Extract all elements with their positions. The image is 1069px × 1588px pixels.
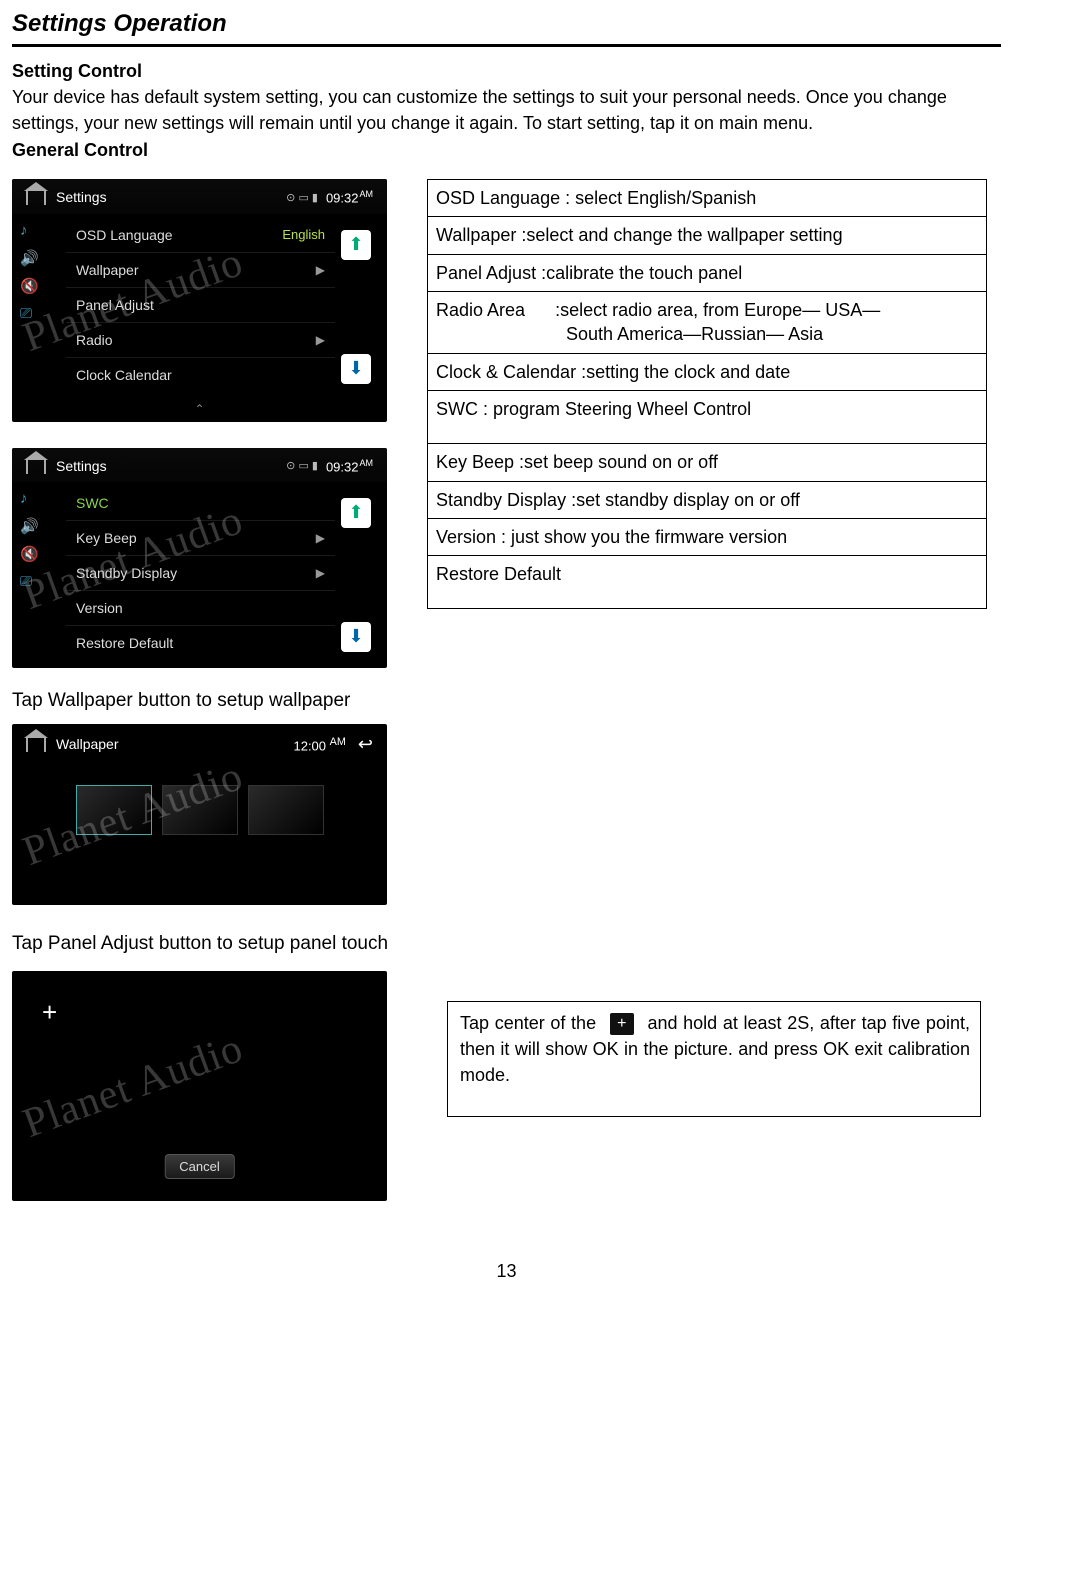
general-control-heading: General Control [12,140,1001,161]
settings-list-2: SWC Key Beep▶ Standby Display▶ Version R… [60,482,341,668]
home-icon[interactable] [26,458,46,474]
table-row: Restore Default [428,556,987,609]
speaker-icon[interactable]: 🔊 [20,517,60,535]
page-number: 13 [12,1261,1001,1282]
wallpaper-note: Tap Wallpaper button to setup wallpaper [12,690,1001,712]
list-item[interactable]: Clock Calendar [66,358,335,392]
list-item[interactable]: Version [66,591,335,626]
instruction-text: Tap center of the [460,1013,596,1033]
table-row: Wallpaper :select and change the wallpap… [428,217,987,254]
side-icon-strip: ♪ 🔊 🔇 ⎚ [12,214,60,400]
list-item[interactable]: Panel Adjust [66,288,335,323]
calibration-cross-icon[interactable]: + [42,997,57,1028]
status-icon: ⊙ ▭ ▮ [286,191,318,204]
list-item[interactable]: OSD LanguageEnglish [66,218,335,253]
wallpaper-thumb[interactable] [76,785,152,835]
title-rule [12,44,1001,47]
watermark: Planet Audio [17,1024,250,1148]
status-icon: ⊙ ▭ ▮ [286,459,318,472]
list-item[interactable]: Key Beep▶ [66,521,335,556]
plus-chip-icon: + [610,1013,634,1035]
home-icon[interactable] [26,189,46,205]
clock: 12:00 AM [293,736,345,753]
page-title: Settings Operation [12,10,1001,38]
settings-description-table: OSD Language : select English/Spanish Wa… [427,179,987,609]
table-row: Radio Area :select radio area, from Euro… [428,292,987,354]
scroll-up-button[interactable]: ⬆ [341,498,371,528]
list-item[interactable]: Standby Display▶ [66,556,335,591]
clock: 09:32AM [326,458,373,474]
expand-arrow-icon[interactable]: ⌃ [12,400,387,422]
table-row: Standby Display :set standby display on … [428,481,987,518]
list-item[interactable]: Wallpaper▶ [66,253,335,288]
wallpaper-screenshot: Planet Audio Wallpaper 12:00 AM ↩ [12,724,387,905]
side-icon-strip: ♪ 🔊 🔇 ⎚ [12,482,60,668]
wallpaper-thumb[interactable] [248,785,324,835]
cancel-button[interactable]: Cancel [164,1154,234,1179]
settings-list-1: OSD LanguageEnglish Wallpaper▶ Panel Adj… [60,214,341,400]
audio-icon[interactable]: ♪ [20,222,60,239]
settings-screenshot-2: Planet Audio Settings ⊙ ▭ ▮ 09:32AM ♪ 🔊 … [12,448,387,668]
bluetooth-icon[interactable]: ⎚ [20,573,60,590]
table-row: Key Beep :set beep sound on or off [428,444,987,481]
home-icon[interactable] [26,736,46,752]
panel-adjust-note: Tap Panel Adjust button to setup panel t… [12,933,1001,955]
list-item[interactable]: SWC [66,486,335,521]
list-item[interactable]: Restore Default [66,626,335,660]
scroll-down-button[interactable]: ⬇ [341,354,371,384]
bluetooth-icon[interactable]: ⎚ [20,305,60,322]
back-icon[interactable]: ↩ [358,734,373,755]
table-row: SWC : program Steering Wheel Control [428,390,987,443]
intro-text: Your device has default system setting, … [12,84,1001,136]
audio-icon[interactable]: ♪ [20,490,60,507]
mute-icon[interactable]: 🔇 [20,277,60,295]
mute-icon[interactable]: 🔇 [20,545,60,563]
panel-adjust-screenshot: Planet Audio + Cancel [12,971,387,1201]
list-item[interactable]: Radio▶ [66,323,335,358]
speaker-icon[interactable]: 🔊 [20,249,60,267]
settings-screenshot-1: Planet Audio Settings ⊙ ▭ ▮ 09:32AM ♪ 🔊 … [12,179,387,421]
scroll-up-button[interactable]: ⬆ [341,230,371,260]
setting-control-heading: Setting Control [12,61,1001,82]
table-row: Clock & Calendar :setting the clock and … [428,353,987,390]
wallpaper-thumb[interactable] [162,785,238,835]
table-row: Version : just show you the firmware ver… [428,518,987,555]
wallpaper-thumbnails [12,765,387,905]
screen-title: Settings [56,458,107,474]
calibration-instruction-box: Tap center of the + and hold at least 2S… [447,1001,981,1117]
table-row: OSD Language : select English/Spanish [428,180,987,217]
table-row: Panel Adjust :calibrate the touch panel [428,254,987,291]
scroll-down-button[interactable]: ⬇ [341,622,371,652]
screen-title: Settings [56,189,107,205]
screen-title: Wallpaper [56,736,119,752]
clock: 09:32AM [326,189,373,205]
